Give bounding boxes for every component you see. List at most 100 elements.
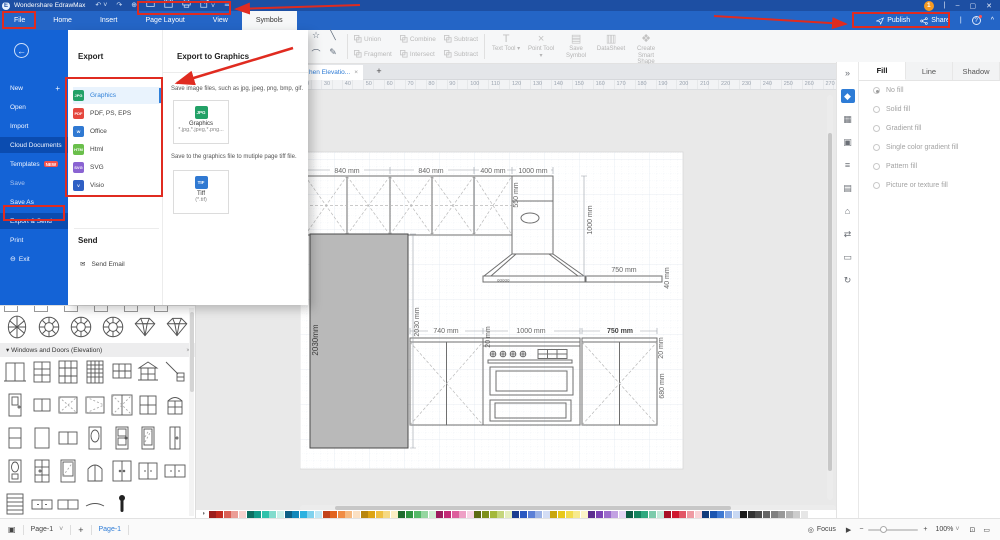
export-format-svg[interactable]: SVG SVG [73, 159, 161, 176]
color-swatch[interactable] [292, 510, 300, 518]
color-swatch[interactable] [580, 510, 588, 518]
file-menu-item-templates[interactable]: Templates NEW [0, 156, 68, 172]
color-swatch[interactable] [390, 510, 398, 518]
color-swatch[interactable] [557, 510, 565, 518]
color-swatch[interactable] [216, 510, 224, 518]
color-swatch[interactable] [687, 510, 695, 518]
color-swatch[interactable] [519, 510, 527, 518]
color-swatch[interactable] [641, 510, 649, 518]
radio-icon[interactable] [873, 125, 880, 132]
tab-shadow[interactable]: Shadow [953, 62, 1000, 80]
symbol-g9[interactable] [55, 359, 82, 385]
customize-qat-icon[interactable]: ≂ [224, 1, 230, 11]
symbol-gemround[interactable] [36, 314, 62, 342]
fill-option-solid-fill[interactable]: Solid fill [859, 100, 1000, 119]
line-tool-icon[interactable]: ╲ [325, 30, 341, 46]
radio-icon[interactable] [873, 182, 880, 189]
symbol-ped[interactable] [135, 359, 162, 385]
color-swatch[interactable] [459, 510, 467, 518]
color-swatch[interactable] [778, 510, 786, 518]
fill-tool-icon[interactable]: ◆ [840, 89, 855, 103]
color-swatch[interactable] [740, 510, 748, 518]
fill-option-no-fill[interactable]: No fill [859, 81, 1000, 100]
symbol-wxl[interactable] [108, 392, 135, 418]
tab-home[interactable]: Home [39, 11, 86, 30]
symbol-w2h[interactable] [55, 425, 82, 451]
color-swatch[interactable] [406, 510, 414, 518]
symbol-lamp[interactable] [161, 359, 188, 385]
symbol-gemoval[interactable] [4, 314, 30, 342]
maximize-button[interactable]: ▢ [970, 2, 977, 10]
color-swatch[interactable] [793, 510, 801, 518]
color-swatch[interactable] [808, 510, 816, 518]
datasheetbutton[interactable]: ▥ DataSheet [596, 33, 626, 53]
symbol-diamond[interactable] [132, 314, 158, 342]
symbol-w2[interactable] [2, 359, 29, 385]
symbol-glassd[interactable] [55, 458, 82, 484]
radio-icon[interactable] [873, 106, 880, 113]
color-swatch[interactable] [451, 510, 459, 518]
symbol-w2s[interactable] [29, 392, 56, 418]
color-swatch[interactable] [398, 510, 406, 518]
fullscreen-icon[interactable]: ⊡ [970, 526, 976, 534]
zoom-out-button[interactable]: − [859, 526, 863, 533]
symbol-widecab[interactable] [161, 458, 188, 484]
color-swatch[interactable] [542, 510, 550, 518]
close-button[interactable]: ✕ [986, 2, 992, 10]
color-swatch[interactable] [800, 510, 808, 518]
color-swatch[interactable] [785, 510, 793, 518]
tab-symbols[interactable]: Symbols [241, 11, 297, 30]
color-swatch[interactable] [626, 510, 634, 518]
color-swatch[interactable] [512, 510, 520, 518]
new-document-tab-button[interactable]: + [372, 64, 386, 79]
symbol-w2v[interactable] [2, 425, 29, 451]
bool-op-fragment-button[interactable]: Fragment [354, 47, 392, 62]
symbol-archd[interactable] [82, 458, 109, 484]
more-panels-icon[interactable]: » [841, 66, 855, 80]
color-swatch[interactable] [413, 510, 421, 518]
pen-tool-icon[interactable]: ✎ [325, 47, 341, 63]
focus-icon[interactable]: ◎ [808, 526, 814, 534]
export-format-pdf-ps-eps[interactable]: PDF PDF, PS, EPS [73, 105, 161, 122]
file-menu-item-cloud-documents[interactable]: Cloud Documents [0, 137, 68, 153]
color-swatch[interactable] [588, 510, 596, 518]
minimize-button[interactable]: – [956, 2, 960, 9]
tab-view[interactable]: View [199, 11, 242, 30]
bool-op-combine-button[interactable]: Combine [399, 32, 436, 47]
tab-fill[interactable]: Fill [859, 62, 906, 80]
color-swatch[interactable] [664, 510, 672, 518]
picture-icon[interactable]: ▣ [841, 135, 855, 149]
color-swatch[interactable] [482, 510, 489, 518]
color-swatch[interactable] [573, 510, 581, 518]
color-swatch[interactable] [330, 510, 338, 518]
color-swatch[interactable] [299, 510, 307, 518]
collapse-section-icon[interactable]: ▾ [6, 346, 9, 354]
color-swatch[interactable] [352, 510, 360, 518]
color-swatch[interactable] [694, 510, 702, 518]
color-swatch[interactable] [702, 510, 710, 518]
symbol-dblcab[interactable] [135, 458, 162, 484]
document-tab[interactable]: hen Elevatio... × [304, 65, 363, 80]
color-swatch[interactable] [337, 510, 345, 518]
color-swatch[interactable] [383, 510, 391, 518]
new-plus-icon[interactable]: + [55, 84, 60, 93]
color-swatch[interactable] [254, 510, 262, 518]
file-menu-item-new[interactable]: New + [0, 80, 68, 96]
file-menu-item-import[interactable]: Import [0, 118, 68, 134]
symbol-paneld[interactable] [108, 425, 135, 451]
export-format-visio[interactable]: V Visio [73, 177, 161, 194]
symbol-dbl[interactable] [108, 458, 135, 484]
export-format-office[interactable]: W Office [73, 123, 161, 140]
symbol-archg[interactable] [161, 392, 188, 418]
color-swatch[interactable] [603, 510, 611, 518]
fill-option-picture-or-texture-fill[interactable]: Picture or texture fill [859, 176, 1000, 195]
create-smart-shapebutton[interactable]: ❖ Create Smart Shape [631, 33, 661, 66]
color-swatch[interactable] [276, 510, 284, 518]
color-swatch[interactable] [360, 510, 368, 518]
point-tool-button[interactable]: × Point Tool ▾ [526, 33, 556, 59]
color-swatch[interactable] [261, 510, 269, 518]
library-scrollbar[interactable] [189, 308, 194, 516]
color-swatch[interactable] [246, 510, 254, 518]
symbol-diamond[interactable] [164, 314, 190, 342]
zoom-level[interactable]: 100% [936, 526, 954, 533]
